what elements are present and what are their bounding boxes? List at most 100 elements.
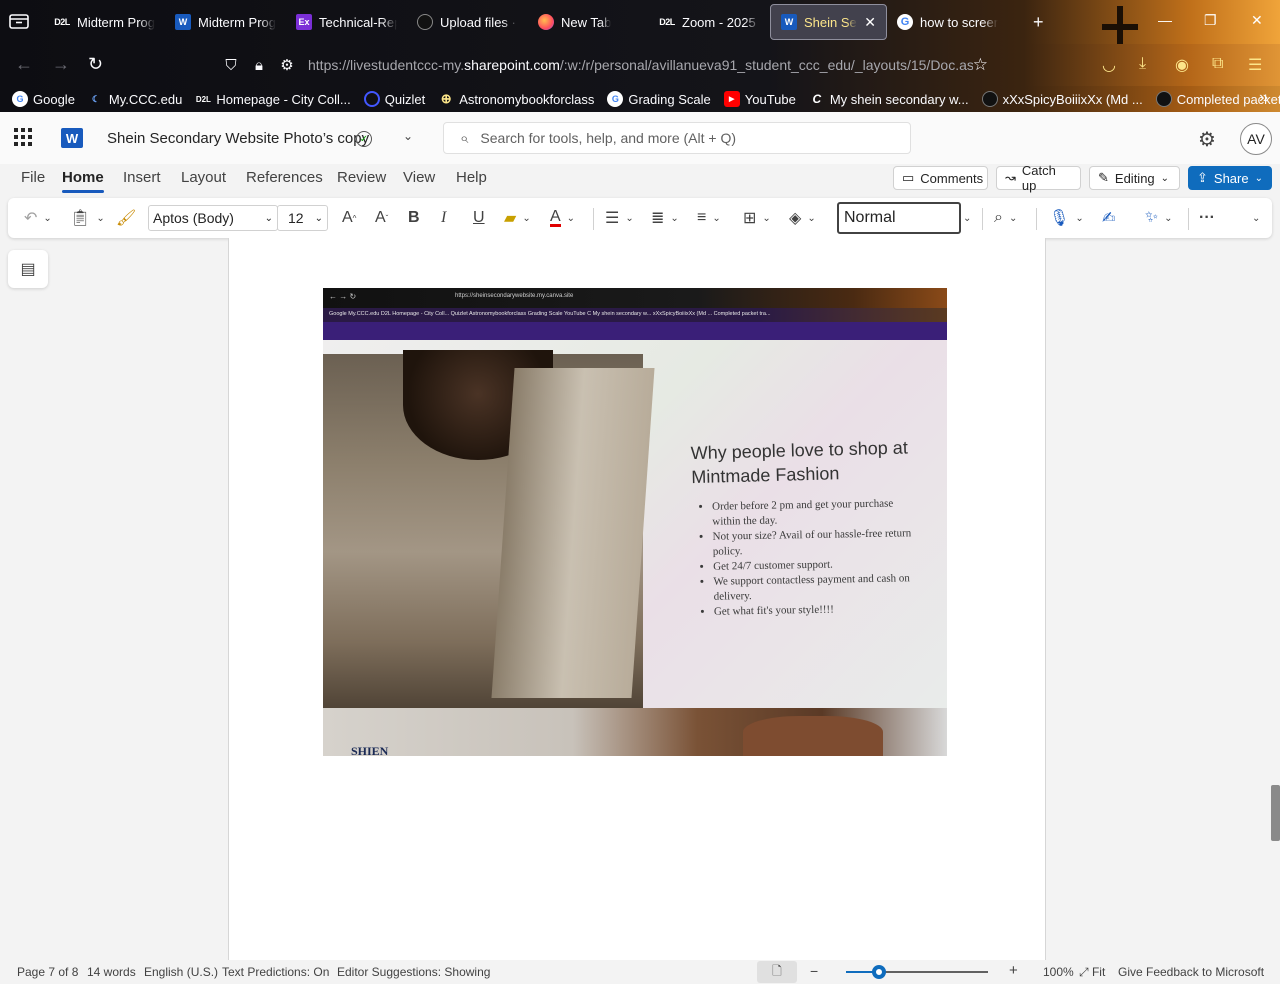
zoom-in-icon[interactable]: + (1009, 962, 1018, 979)
address-bar[interactable]: ⛉ 🔒︎ ⚙ https://livestudentccc-my.sharepo… (212, 48, 1002, 82)
tab-insert[interactable]: Insert (123, 164, 161, 191)
back-arrow-icon[interactable]: ← (15, 54, 33, 75)
editor-icon[interactable]: ✍︎ (1102, 207, 1115, 229)
close-tab-icon[interactable]: ✕ (864, 14, 876, 31)
url-text[interactable]: https://livestudentccc-my.sharepoint.com… (308, 57, 973, 73)
shield-icon[interactable]: ⛉ (222, 57, 240, 74)
bookmark-item[interactable]: G Google (12, 91, 75, 107)
vertical-scrollbar-thumb[interactable] (1271, 785, 1280, 841)
shrink-font-icon[interactable]: Aˇ (375, 207, 388, 229)
editor-suggestions-status[interactable]: Editor Suggestions: Showing (337, 965, 490, 979)
minimize-icon[interactable]: — (1158, 12, 1172, 28)
chevron-double-right-icon[interactable]: » (1259, 89, 1268, 107)
navigation-pane-button[interactable]: ▤ (8, 250, 48, 288)
more-options-icon[interactable]: ··· (1199, 207, 1215, 229)
underline-icon[interactable]: U (473, 207, 485, 229)
document-page[interactable]: ← → ↻ https://sheinsecondarywebsite.my.c… (228, 238, 1046, 960)
inserted-photo[interactable]: ← → ↻ https://sheinsecondarywebsite.my.c… (323, 288, 947, 756)
feedback-link[interactable]: Give Feedback to Microsoft (1118, 965, 1264, 979)
lock-icon[interactable]: 🔒︎ (250, 57, 268, 74)
bullets-icon[interactable]: ☰ ⌄ (605, 207, 634, 229)
word-logo-icon[interactable]: W (61, 128, 83, 148)
bookmark-item[interactable]: ▶ YouTube (723, 91, 796, 107)
settings-gear-icon[interactable]: ⚙ (1198, 127, 1216, 152)
tab-file[interactable]: File (21, 164, 45, 191)
browser-tab[interactable]: Upload files · A (407, 4, 528, 40)
italic-icon[interactable]: I (441, 207, 446, 229)
google-icon: G (12, 91, 28, 107)
bookmark-item[interactable]: Quizlet (363, 91, 425, 107)
styles-chevron-down-icon[interactable]: ⌄ (963, 207, 971, 229)
fit-button[interactable]: ⤢ Fit (1079, 965, 1105, 980)
language-status[interactable]: English (U.S.) (144, 965, 218, 979)
font-size-select[interactable]: 12 ⌄ (277, 205, 328, 231)
document-title[interactable]: Shein Secondary Website Photo’s copy (107, 130, 369, 147)
account-icon[interactable]: ◉ (1175, 55, 1189, 75)
zoom-slider[interactable] (846, 965, 988, 979)
bookmark-item[interactable]: ⊕ Astronomybookforclass (438, 91, 595, 107)
font-color-icon[interactable]: A ⌄ (550, 207, 575, 229)
bookmark-item[interactable]: G Grading Scale (607, 91, 711, 107)
pocket-icon[interactable]: ◡ (1102, 55, 1116, 75)
downloads-icon[interactable]: ⤓ (1139, 55, 1146, 73)
numbering-icon[interactable]: ≣ ⌄ (651, 207, 679, 229)
search-box[interactable]: ⌕ Search for tools, help, and more (Alt … (443, 122, 911, 154)
chevron-down-icon[interactable]: ⌄ (403, 129, 413, 143)
dictate-microphone-icon[interactable]: 🎙︎ ⌄ (1049, 207, 1084, 229)
menu-hamburger-icon[interactable]: ☰ (1248, 55, 1262, 75)
avatar[interactable]: AV (1240, 123, 1272, 155)
tab-view[interactable]: View (403, 164, 435, 191)
browser-tab[interactable]: W Midterm Progr (165, 4, 286, 40)
catch-up-button[interactable]: ↝ Catch up (996, 163, 1081, 193)
forward-arrow-icon[interactable]: → (52, 54, 70, 75)
tab-home[interactable]: Home (62, 164, 104, 193)
align-icon[interactable]: ≡ ⌄ (697, 207, 721, 229)
browser-tab-active[interactable]: W Shein Secon ✕ (770, 4, 887, 40)
app-launcher-icon[interactable] (14, 128, 32, 146)
tab-layout[interactable]: Layout (181, 164, 226, 191)
highlight-icon[interactable]: ▰ ⌄ (504, 207, 531, 229)
tab-references[interactable]: References (246, 164, 323, 191)
shading-icon[interactable]: ◈ ⌄ (789, 207, 816, 229)
style-select[interactable]: Normal (837, 202, 961, 234)
extensions-icon[interactable]: ⧉ (1212, 55, 1223, 73)
permissions-icon[interactable]: ⚙ (278, 56, 296, 74)
format-painter-icon[interactable]: 🖌︎ (116, 207, 136, 229)
bold-icon[interactable]: B (408, 207, 420, 229)
bookmark-item[interactable]: D2L Homepage - City Coll... (195, 91, 351, 107)
bookmark-item[interactable]: ☾ My.CCC.edu (88, 91, 183, 107)
designer-icon[interactable]: ✨︎ ⌄ (1145, 207, 1173, 229)
editing-mode-button[interactable]: ✎ Editing ⌄ (1089, 166, 1180, 190)
restore-icon[interactable]: ❐ (1204, 12, 1217, 29)
print-layout-view-button[interactable]: 🗋︎ (757, 961, 797, 983)
browser-tab[interactable]: D2L Midterm Progr (44, 4, 165, 40)
find-icon[interactable]: ⌕ ⌄ (994, 207, 1017, 229)
zoom-level[interactable]: 100% (1043, 965, 1074, 979)
borders-icon[interactable]: ⊞ ⌄ (743, 207, 771, 229)
browser-tab[interactable]: G how to screen (887, 4, 1008, 40)
word-count[interactable]: 14 words (87, 965, 136, 979)
text-predictions-status[interactable]: Text Predictions: On (222, 965, 329, 979)
undo-icon[interactable]: ↶ ⌄ (24, 207, 52, 229)
share-button[interactable]: ⇪ Share ⌄ (1188, 166, 1272, 190)
bookmark-star-icon[interactable]: ☆ (973, 55, 988, 75)
new-tab-plus-icon[interactable]: + (1033, 12, 1044, 33)
tab-review[interactable]: Review (337, 164, 386, 191)
tab-help[interactable]: Help (456, 164, 487, 191)
ribbon-collapse-chevron-icon[interactable]: ⌄ (1252, 207, 1260, 229)
browser-tab[interactable]: New Tab (528, 4, 649, 40)
tab-list-button[interactable] (8, 11, 32, 33)
comments-button[interactable]: ▭ Comments (893, 166, 988, 190)
font-name-select[interactable]: Aptos (Body) ⌄ (148, 205, 278, 231)
reload-icon[interactable]: ↻ (88, 54, 103, 75)
bookmark-item[interactable]: xXxSpicyBoiiixXx (Md ... (981, 91, 1143, 107)
grow-font-icon[interactable]: A ^ (342, 207, 356, 229)
browser-tab[interactable]: D2L Zoom - 2025 S (649, 4, 770, 40)
zoom-out-icon[interactable]: − (810, 963, 818, 979)
browser-tab[interactable]: Ex Technical-Repo (286, 4, 407, 40)
page-count[interactable]: Page 7 of 8 (17, 965, 78, 979)
zoom-slider-thumb[interactable] (871, 965, 886, 979)
bookmark-item[interactable]: C My shein secondary w... (809, 91, 969, 107)
clipboard-icon[interactable]: 📋︎ ⌄ (70, 207, 105, 229)
close-window-icon[interactable]: ✕ (1251, 12, 1263, 29)
